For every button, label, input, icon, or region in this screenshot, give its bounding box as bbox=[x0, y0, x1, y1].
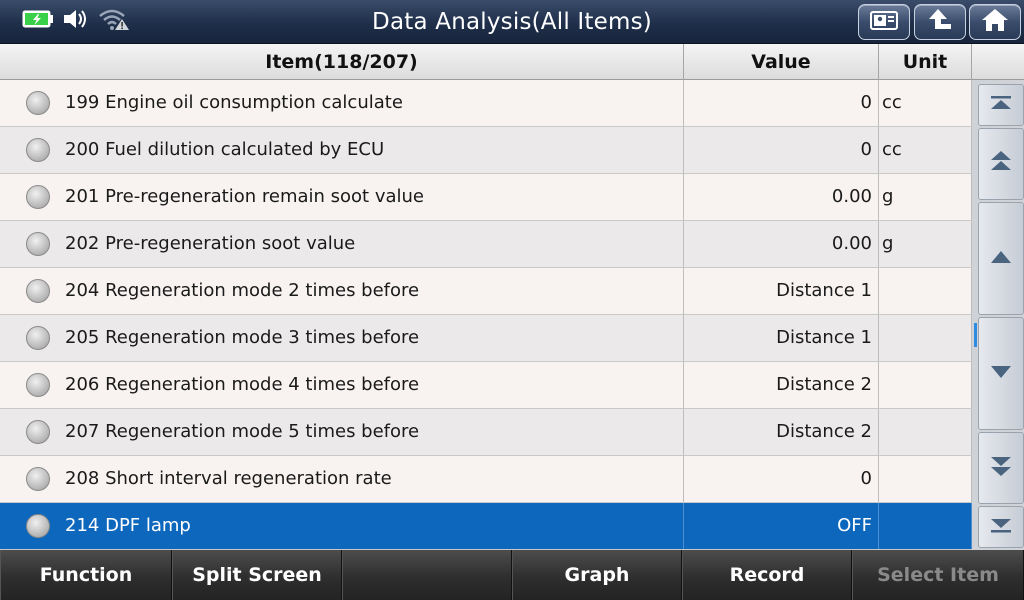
item-cell: 214 DPF lamp bbox=[0, 503, 684, 549]
value-cell: Distance 1 bbox=[684, 268, 879, 314]
scroll-bottom-button[interactable] bbox=[978, 506, 1024, 548]
table-row-selected[interactable]: 214 DPF lamp OFF bbox=[0, 503, 972, 550]
value-cell: 0.00 bbox=[684, 174, 879, 220]
scroll-position-indicator bbox=[974, 323, 977, 347]
data-table: Item(118/207) Value Unit 199 Engine oil … bbox=[0, 44, 1024, 550]
item-cell: 199 Engine oil consumption calculate bbox=[0, 80, 684, 126]
radio-indicator-icon[interactable] bbox=[26, 467, 50, 491]
scroll-bottom-icon bbox=[989, 516, 1013, 538]
item-cell: 201 Pre-regeneration remain soot value bbox=[0, 174, 684, 220]
column-header-item[interactable]: Item(118/207) bbox=[0, 44, 684, 80]
unit-cell: cc bbox=[879, 127, 972, 173]
graph-button[interactable]: Graph bbox=[512, 550, 682, 600]
item-name: 207 Regeneration mode 5 times before bbox=[65, 421, 420, 442]
unit-cell bbox=[879, 503, 972, 549]
title-bar: Data Analysis(All Items) bbox=[0, 0, 1024, 44]
value-cell: 0.00 bbox=[684, 221, 879, 267]
item-cell: 200 Fuel dilution calculated by ECU bbox=[0, 127, 684, 173]
radio-indicator-icon[interactable] bbox=[26, 91, 50, 115]
value-cell: 0 bbox=[684, 127, 879, 173]
home-icon bbox=[980, 7, 1010, 37]
page-up-icon bbox=[989, 149, 1013, 179]
back-button[interactable] bbox=[914, 4, 966, 40]
unit-cell bbox=[879, 362, 972, 408]
table-row[interactable]: 199 Engine oil consumption calculate 0 c… bbox=[0, 80, 972, 127]
table-row[interactable]: 208 Short interval regeneration rate 0 bbox=[0, 456, 972, 503]
record-button[interactable]: Record bbox=[682, 550, 852, 600]
page-down-button[interactable] bbox=[978, 432, 1024, 504]
value-cell: 0 bbox=[684, 456, 879, 502]
item-name: 206 Regeneration mode 4 times before bbox=[65, 374, 420, 395]
header-spacer bbox=[972, 44, 1024, 80]
radio-indicator-icon[interactable] bbox=[26, 514, 50, 538]
empty-button[interactable] bbox=[342, 550, 512, 600]
unit-cell bbox=[879, 456, 972, 502]
back-arrow-icon bbox=[925, 7, 955, 37]
unit-cell bbox=[879, 315, 972, 361]
scroll-column bbox=[972, 80, 1024, 550]
unit-cell: g bbox=[879, 221, 972, 267]
table-header: Item(118/207) Value Unit bbox=[0, 44, 972, 80]
item-cell: 208 Short interval regeneration rate bbox=[0, 456, 684, 502]
table-row[interactable]: 200 Fuel dilution calculated by ECU 0 cc bbox=[0, 127, 972, 174]
item-name: 199 Engine oil consumption calculate bbox=[65, 92, 403, 113]
item-cell: 205 Regeneration mode 3 times before bbox=[0, 315, 684, 361]
item-name: 200 Fuel dilution calculated by ECU bbox=[65, 139, 385, 160]
table-row[interactable]: 207 Regeneration mode 5 times before Dis… bbox=[0, 409, 972, 456]
unit-cell: g bbox=[879, 174, 972, 220]
radio-indicator-icon[interactable] bbox=[26, 326, 50, 350]
home-button[interactable] bbox=[969, 4, 1021, 40]
item-name: 202 Pre-regeneration soot value bbox=[65, 233, 356, 254]
item-name: 204 Regeneration mode 2 times before bbox=[65, 280, 420, 301]
function-button[interactable]: Function bbox=[0, 550, 172, 600]
page-down-icon bbox=[989, 453, 1013, 483]
table-row[interactable]: 202 Pre-regeneration soot value 0.00 g bbox=[0, 221, 972, 268]
item-name: 205 Regeneration mode 3 times before bbox=[65, 327, 420, 348]
item-name: 201 Pre-regeneration remain soot value bbox=[65, 186, 425, 207]
item-cell: 204 Regeneration mode 2 times before bbox=[0, 268, 684, 314]
column-header-unit: Unit bbox=[879, 44, 972, 80]
value-cell: OFF bbox=[684, 503, 879, 549]
unit-cell bbox=[879, 268, 972, 314]
radio-indicator-icon[interactable] bbox=[26, 279, 50, 303]
line-down-button[interactable] bbox=[978, 317, 1024, 430]
scroll-top-icon bbox=[989, 94, 1013, 116]
line-up-icon bbox=[989, 249, 1013, 269]
radio-indicator-icon[interactable] bbox=[26, 138, 50, 162]
table-row[interactable]: 201 Pre-regeneration remain soot value 0… bbox=[0, 174, 972, 221]
value-cell: Distance 1 bbox=[684, 315, 879, 361]
unit-cell bbox=[879, 409, 972, 455]
table-body: 199 Engine oil consumption calculate 0 c… bbox=[0, 80, 972, 550]
item-cell: 202 Pre-regeneration soot value bbox=[0, 221, 684, 267]
radio-indicator-icon[interactable] bbox=[26, 373, 50, 397]
column-header-value: Value bbox=[684, 44, 879, 80]
value-cell: 0 bbox=[684, 80, 879, 126]
line-up-button[interactable] bbox=[978, 202, 1024, 315]
item-name: 214 DPF lamp bbox=[65, 515, 191, 536]
item-name: 208 Short interval regeneration rate bbox=[65, 468, 392, 489]
line-down-icon bbox=[989, 364, 1013, 384]
screenshot-button[interactable] bbox=[858, 4, 910, 40]
item-cell: 206 Regeneration mode 4 times before bbox=[0, 362, 684, 408]
value-cell: Distance 2 bbox=[684, 362, 879, 408]
bottom-toolbar: Function Split Screen Graph Record Selec… bbox=[0, 550, 1024, 600]
table-row[interactable]: 204 Regeneration mode 2 times before Dis… bbox=[0, 268, 972, 315]
value-cell: Distance 2 bbox=[684, 409, 879, 455]
page-up-button[interactable] bbox=[978, 128, 1024, 200]
unit-cell: cc bbox=[879, 80, 972, 126]
scroll-top-button[interactable] bbox=[978, 84, 1024, 126]
select-item-button[interactable]: Select Item bbox=[852, 550, 1024, 600]
item-cell: 207 Regeneration mode 5 times before bbox=[0, 409, 684, 455]
radio-indicator-icon[interactable] bbox=[26, 420, 50, 444]
table-row[interactable]: 205 Regeneration mode 3 times before Dis… bbox=[0, 315, 972, 362]
radio-indicator-icon[interactable] bbox=[26, 232, 50, 256]
screenshot-icon bbox=[869, 9, 899, 35]
split-screen-button[interactable]: Split Screen bbox=[172, 550, 342, 600]
radio-indicator-icon[interactable] bbox=[26, 185, 50, 209]
table-row[interactable]: 206 Regeneration mode 4 times before Dis… bbox=[0, 362, 972, 409]
